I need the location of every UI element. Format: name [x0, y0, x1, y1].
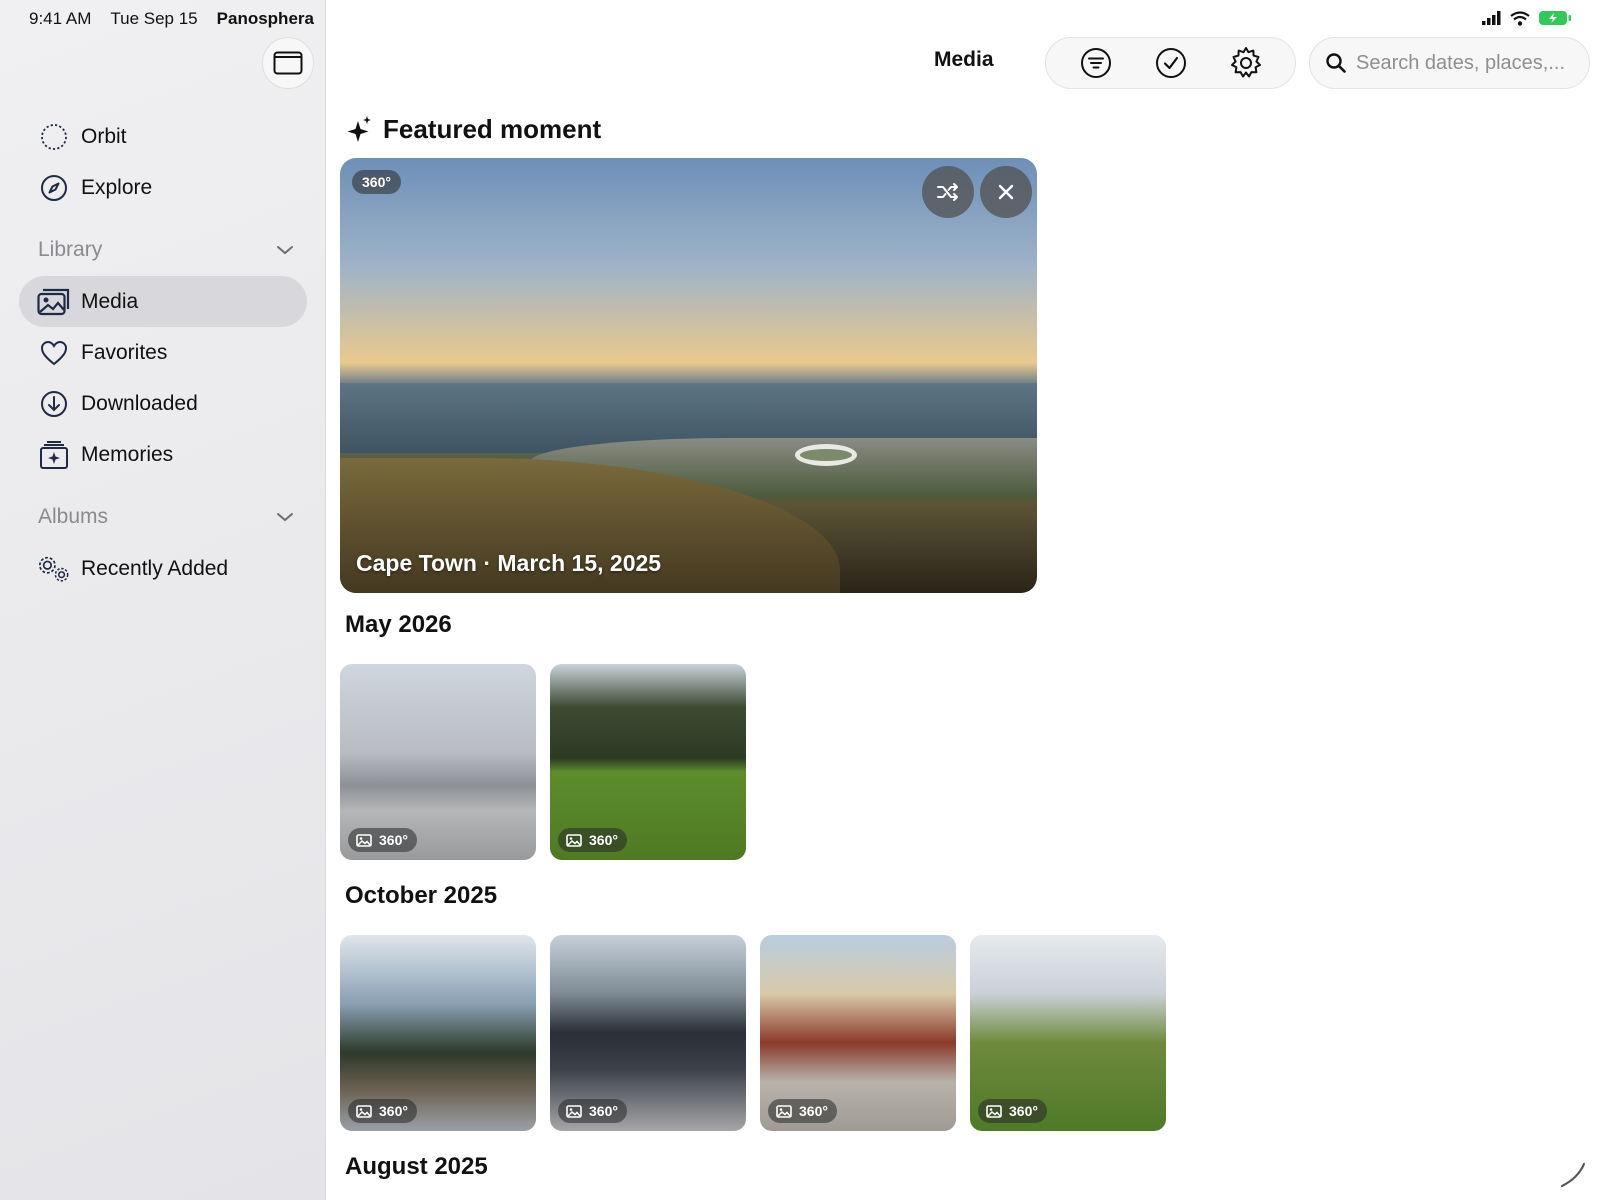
- featured-header: Featured moment: [345, 114, 601, 145]
- search-icon: [1326, 53, 1346, 73]
- photo-icon: [566, 1104, 582, 1118]
- sidebar-item-label: Downloaded: [81, 391, 198, 415]
- sidebar-item-label: Recently Added: [81, 556, 229, 580]
- thumbnail-tag-label: 360°: [799, 1103, 828, 1119]
- chevron-down-icon: [277, 246, 293, 255]
- media-thumbnail[interactable]: 360°: [970, 935, 1166, 1131]
- thumbnail-360-tag: 360°: [348, 828, 417, 852]
- thumbnail-tag-label: 360°: [1009, 1103, 1038, 1119]
- sidebar-toggle-button[interactable]: [262, 37, 314, 89]
- section-title: October 2025: [345, 882, 498, 909]
- sidebar-item-favorites[interactable]: Favorites: [19, 327, 307, 378]
- sidebar-item-memories[interactable]: Memories: [19, 429, 307, 480]
- wifi-icon: [1510, 10, 1530, 26]
- albums-section-header[interactable]: Albums: [38, 502, 294, 532]
- media-thumbnail[interactable]: 360°: [550, 664, 746, 860]
- photo-icon: [356, 833, 372, 847]
- sidebar-item-recently-added[interactable]: Recently Added: [19, 543, 307, 594]
- sidebar: 9:41 AM Tue Sep 15 Panosphera Orbit Expl…: [0, 0, 326, 1200]
- close-icon: [998, 184, 1014, 200]
- battery-icon: [1539, 11, 1571, 25]
- filter-icon: [1080, 48, 1111, 78]
- photo-icon: [566, 833, 582, 847]
- featured-image-stadium: [795, 444, 857, 466]
- chevron-down-icon: [277, 513, 293, 522]
- memories-icon: [37, 438, 71, 472]
- gear-icon: [1230, 47, 1261, 78]
- sparkles-icon: [347, 115, 371, 142]
- status-bar-right: [1482, 10, 1572, 26]
- thumbnail-tag-label: 360°: [379, 1103, 408, 1119]
- download-icon: [37, 387, 71, 421]
- thumbnail-360-tag: 360°: [978, 1099, 1047, 1123]
- thumbnail-360-tag: 360°: [348, 1099, 417, 1123]
- toolbar: [1045, 37, 1296, 89]
- library-section-header[interactable]: Library: [38, 235, 294, 265]
- media-thumbnail[interactable]: 360°: [340, 935, 536, 1131]
- thumbnail-tag-label: 360°: [589, 1103, 618, 1119]
- settings-button[interactable]: [1226, 43, 1266, 83]
- search-bar[interactable]: [1309, 37, 1590, 89]
- sidebar-item-label: Orbit: [81, 124, 127, 148]
- filter-button[interactable]: [1076, 43, 1116, 83]
- sidebar-item-downloaded[interactable]: Downloaded: [19, 378, 307, 429]
- gears-icon: [37, 552, 71, 586]
- photo-icon: [986, 1104, 1002, 1118]
- select-button[interactable]: [1151, 43, 1191, 83]
- photo-icon: [776, 1104, 792, 1118]
- sidebar-item-label: Memories: [81, 442, 174, 466]
- shuffle-icon: [937, 183, 958, 201]
- orbit-icon: [37, 120, 71, 154]
- sidebar-item-label: Favorites: [81, 340, 168, 364]
- featured-caption: Cape Town · March 15, 2025: [356, 550, 662, 576]
- shuffle-button[interactable]: [922, 166, 974, 218]
- heart-icon: [37, 336, 71, 370]
- featured-heading: Featured moment: [383, 114, 602, 144]
- status-app-name: Panosphera: [216, 9, 314, 28]
- photo-stack-icon: [37, 285, 71, 319]
- sidebar-item-label: Explore: [81, 175, 153, 199]
- section-title: August 2025: [345, 1153, 488, 1180]
- thumbnail-360-tag: 360°: [558, 1099, 627, 1123]
- close-featured-button[interactable]: [980, 166, 1032, 218]
- status-date: Tue Sep 15: [110, 9, 198, 28]
- albums-heading: Albums: [38, 505, 109, 528]
- status-time: 9:41 AM: [29, 9, 92, 28]
- thumbnail-tag-label: 360°: [379, 832, 408, 848]
- compass-icon: [37, 171, 71, 205]
- sidebar-item-media[interactable]: Media: [19, 276, 307, 327]
- sidebar-item-explore[interactable]: Explore: [19, 162, 307, 213]
- checkmark-circle-icon: [1155, 48, 1186, 78]
- photo-icon: [356, 1104, 372, 1118]
- library-heading: Library: [38, 238, 103, 261]
- thumbnail-360-tag: 360°: [768, 1099, 837, 1123]
- sidebar-item-label: Media: [81, 289, 139, 313]
- status-bar-left: 9:41 AM Tue Sep 15 Panosphera: [29, 9, 314, 29]
- section-title: May 2026: [345, 611, 452, 638]
- thumbnail-360-tag: 360°: [558, 828, 627, 852]
- featured-moment-card[interactable]: 360° Cape Town · March 15, 2025: [340, 158, 1037, 593]
- sidebar-icon: [273, 51, 303, 75]
- signal-icon: [1482, 11, 1501, 25]
- media-thumbnail[interactable]: 360°: [760, 935, 956, 1131]
- media-thumbnail[interactable]: 360°: [340, 664, 536, 860]
- sidebar-item-orbit[interactable]: Orbit: [19, 111, 307, 162]
- featured-360-badge: 360°: [352, 170, 401, 194]
- thumbnail-tag-label: 360°: [589, 832, 618, 848]
- search-input[interactable]: [1356, 51, 1576, 75]
- loading-spinner-icon: [1560, 1162, 1586, 1188]
- media-thumbnail[interactable]: 360°: [550, 935, 746, 1131]
- page-title: Media: [934, 48, 994, 71]
